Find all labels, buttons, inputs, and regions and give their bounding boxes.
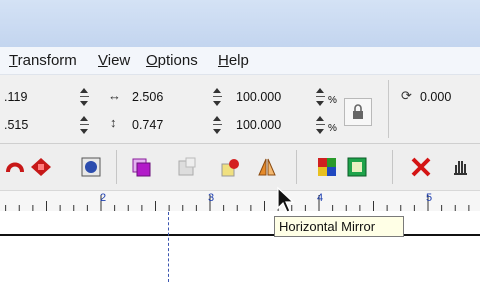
toolbar-separator <box>296 150 297 184</box>
y-position-field[interactable]: .515 <box>4 116 28 134</box>
intersect-icon[interactable] <box>220 156 242 178</box>
percent-label-x: % <box>328 95 337 106</box>
purple-bin-icon[interactable] <box>130 156 152 178</box>
scale-x-spinner[interactable] <box>316 86 325 108</box>
menu-help[interactable]: Help <box>218 52 249 69</box>
guide-line[interactable] <box>168 212 169 282</box>
curve-icon[interactable] <box>4 156 26 178</box>
tooltip: Horizontal Mirror <box>274 216 404 237</box>
hand-tool-icon[interactable] <box>450 156 472 178</box>
menu-view[interactable]: View <box>98 52 130 69</box>
ruler-label: 5 <box>426 192 433 204</box>
menu-options[interactable]: Options <box>146 52 198 69</box>
green-square-icon[interactable] <box>346 156 368 178</box>
title-bar <box>0 0 480 48</box>
width-spinner[interactable] <box>213 86 222 108</box>
x-spinner[interactable] <box>80 86 89 108</box>
toolbar-separator <box>116 150 117 184</box>
toolbar-separator <box>392 150 393 184</box>
rotation-icon: ⟳ <box>401 88 412 103</box>
mouse-cursor-icon <box>277 186 295 213</box>
trim-icon[interactable] <box>176 156 198 178</box>
weld-icon[interactable] <box>80 156 102 178</box>
height-field[interactable]: 0.747 <box>132 116 163 134</box>
width-field[interactable]: 2.506 <box>132 88 163 106</box>
ruler-label: 4 <box>317 192 324 204</box>
scale-y-spinner[interactable] <box>316 114 325 136</box>
ruler-label: 3 <box>208 192 215 204</box>
height-spinner[interactable] <box>213 114 222 136</box>
ruler-ticks <box>5 195 470 211</box>
menu-transform[interactable]: Transform <box>9 52 77 69</box>
lock-ratio-button[interactable] <box>344 98 372 126</box>
horizontal-mirror-icon[interactable] <box>256 156 278 178</box>
horizontal-ruler <box>0 191 480 211</box>
delete-x-icon[interactable] <box>410 156 432 178</box>
property-separator <box>388 80 389 138</box>
width-arrow-icon: ↔ <box>108 88 121 103</box>
menu-bar: Transform View Options Help <box>0 47 480 75</box>
rotation-field[interactable]: 0.000 <box>420 88 451 106</box>
page-border-line <box>0 234 480 236</box>
y-spinner[interactable] <box>80 114 89 136</box>
x-position-field[interactable]: .119 <box>4 88 27 106</box>
ruler-label: 2 <box>100 192 107 204</box>
red-shape-icon[interactable] <box>30 156 52 178</box>
lock-icon <box>353 104 363 119</box>
scale-x-field[interactable]: 100.000 <box>236 88 281 106</box>
scale-y-field[interactable]: 100.000 <box>236 116 281 134</box>
height-arrow-icon: ↕ <box>110 115 117 130</box>
palette-icon[interactable] <box>316 156 338 178</box>
percent-label-y: % <box>328 123 337 134</box>
